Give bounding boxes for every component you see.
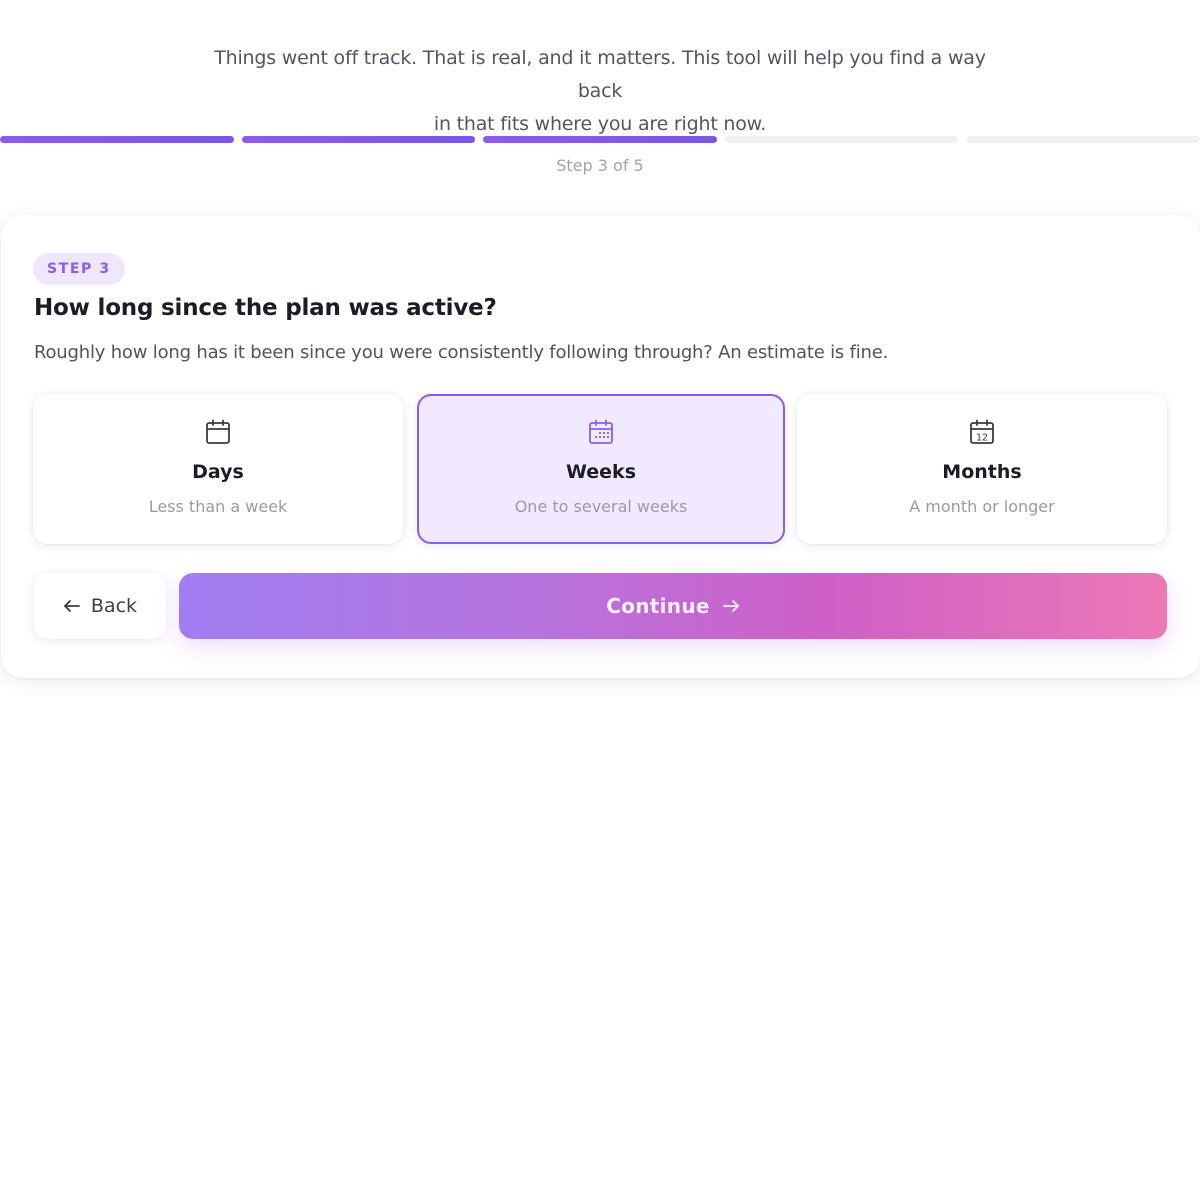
step-badge: STEP 3 (33, 253, 125, 285)
back-label: Back (90, 595, 138, 617)
question-subtitle: Roughly how long has it been since you w… (34, 342, 889, 363)
arrow-right-icon (722, 600, 739, 612)
back-button[interactable]: Back (34, 573, 166, 639)
progress-segment (241, 136, 476, 143)
option-description: A month or longer (909, 497, 1055, 516)
option-days[interactable]: Days Less than a week (33, 394, 403, 544)
option-weeks[interactable]: Weeks One to several weeks (417, 394, 785, 544)
continue-button[interactable]: Continue (179, 573, 1167, 639)
progress-segment (966, 136, 1200, 143)
calendar-12-icon: 12 (970, 419, 994, 444)
calendar-icon (206, 419, 230, 444)
option-months[interactable]: 12 Months A month or longer (797, 394, 1167, 544)
svg-text:12: 12 (976, 433, 988, 444)
question-title: How long since the plan was active? (34, 295, 497, 321)
option-description: Less than a week (148, 497, 288, 516)
step-counter: Step 3 of 5 (556, 156, 644, 175)
option-title: Months (942, 461, 1022, 483)
progress-bar (0, 136, 1200, 144)
intro-line-1: Things went off track. That is real, and… (214, 47, 986, 102)
continue-label: Continue (606, 594, 710, 618)
progress-segment (0, 136, 234, 143)
progress-segment (483, 136, 717, 143)
option-title: Days (192, 461, 244, 483)
calendar-dots-icon (589, 419, 613, 444)
option-title: Weeks (566, 461, 636, 483)
question-card: STEP 3 How long since the plan was activ… (1, 215, 1200, 678)
progress-segment (724, 136, 959, 143)
intro-text: Things went off track. That is real, and… (200, 42, 1000, 141)
arrow-left-icon (64, 600, 80, 612)
option-description: One to several weeks (514, 497, 688, 516)
option-group: Days Less than a week Weeks One to sever… (33, 394, 1167, 544)
